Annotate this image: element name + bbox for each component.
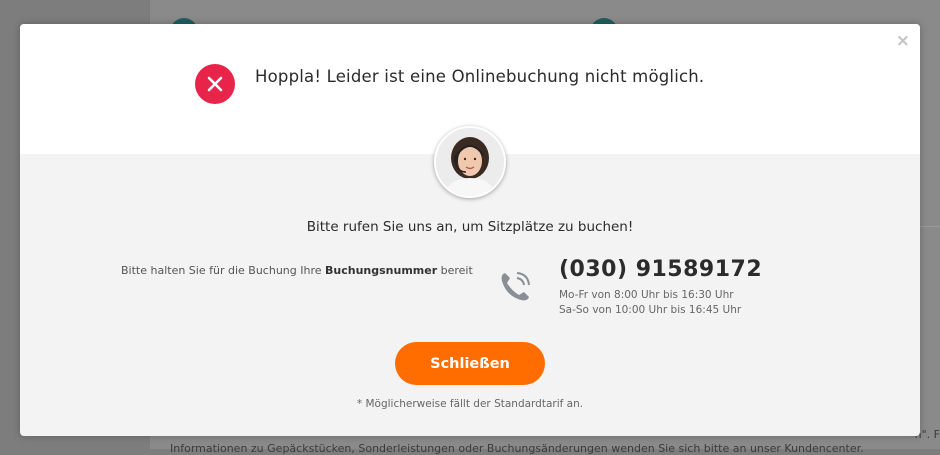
modal-close-icon[interactable]: × xyxy=(896,33,910,50)
close-button[interactable]: Schließen xyxy=(395,342,545,385)
hours-weekday: Mo-Fr von 8:00 Uhr bis 16:30 Uhr xyxy=(559,289,734,301)
standard-rate-note: * Möglicherweise fällt der Standardtarif… xyxy=(356,398,584,410)
booking-number-hint: Bitte halten Sie für die Buchung Ihre Bu… xyxy=(121,264,473,277)
phone-number[interactable]: (030) 91589172 xyxy=(559,257,762,282)
background-divider xyxy=(920,226,940,227)
call-instruction: Bitte rufen Sie uns an, um Sitzplätze zu… xyxy=(306,219,634,235)
hint-text-end: bereit xyxy=(437,264,473,277)
support-agent-avatar xyxy=(434,126,506,198)
modal-headline: Hoppla! Leider ist eine Onlinebuchung ni… xyxy=(255,67,705,86)
hours-weekend: Sa-So von 10:00 Uhr bis 16:45 Uhr xyxy=(559,304,742,316)
phone-icon xyxy=(498,270,532,308)
error-icon xyxy=(195,64,235,104)
hint-text-start: Bitte halten Sie für die Buchung Ihre xyxy=(121,264,325,277)
booking-error-modal: × Hoppla! Leider ist eine Onlinebuchung … xyxy=(20,24,920,436)
hint-text-bold: Buchungsnummer xyxy=(325,264,438,277)
